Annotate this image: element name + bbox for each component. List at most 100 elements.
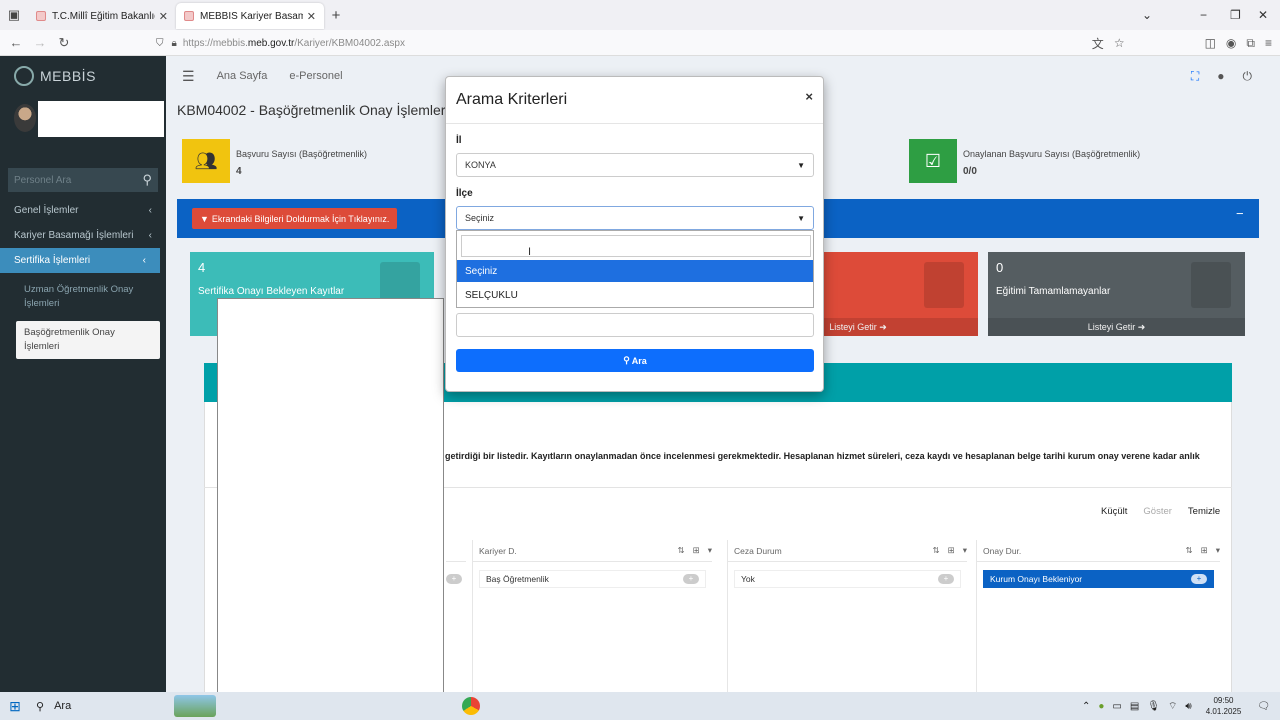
hamburger-icon[interactable]: ☰ — [182, 68, 195, 85]
pocket-icon[interactable]: ◫ — [1205, 36, 1216, 50]
search-button[interactable]: ⚲ Ara — [456, 349, 814, 372]
small-box-footer-link[interactable]: Listeyi Getir ➜ — [988, 318, 1245, 336]
account-icon[interactable]: ◉ — [1226, 36, 1236, 50]
back-icon[interactable]: ← — [4, 35, 28, 50]
sidebar-item-label: Sertifika İşlemleri — [14, 255, 91, 266]
sidebar-search[interactable]: Personel Ara ⚲ — [8, 168, 158, 192]
sidebar-item-genel[interactable]: Genel İşlemler ‹ — [0, 198, 166, 223]
sort-icon[interactable]: ⇅ — [677, 545, 684, 556]
forward-icon[interactable]: → — [28, 35, 52, 50]
tab-overflow-icon[interactable]: ⌄ — [1142, 0, 1152, 30]
column-header[interactable]: Kariyer D. — [479, 546, 669, 556]
sort-icon[interactable]: ⇅ — [932, 545, 939, 556]
browser-tab-mebbis[interactable]: MEBBIS Kariyer Basamakları M ✕ — [176, 3, 324, 29]
search-icon: ⚲ — [623, 355, 630, 365]
user-panel — [0, 96, 166, 154]
grid-cell[interactable]: Baş Öğretmenlik + — [479, 570, 706, 588]
count-badge: + — [446, 574, 462, 584]
menu-icon[interactable]: ≡ — [1265, 36, 1272, 50]
nav-epersonel-link[interactable]: e-Personel — [289, 70, 342, 82]
user-info-redacted — [38, 101, 164, 137]
drive-icon[interactable]: ▤ — [1130, 701, 1139, 712]
widget-thumbnail[interactable] — [174, 695, 216, 717]
column-header[interactable]: Ceza Durum — [734, 546, 924, 556]
dropdown-option[interactable]: Seçiniz — [457, 260, 813, 282]
caret-down-icon: ▼ — [797, 160, 805, 170]
box-bg-icon — [1191, 262, 1231, 308]
url-prefix: https://mebbis. — [182, 37, 248, 49]
ilce-label: İlçe — [456, 188, 473, 199]
extensions-icon[interactable]: ⧉ — [1246, 36, 1255, 51]
translate-icon[interactable]: 文 — [1092, 35, 1104, 52]
show-button[interactable]: Göster — [1143, 506, 1172, 520]
ilce-select[interactable]: Seçiniz ▼ — [456, 206, 814, 230]
dropdown-icon[interactable]: ▾ — [963, 545, 967, 556]
sidebar-subitem-uzman[interactable]: Uzman Öğretmenlik Onay İşlemleri — [0, 279, 166, 315]
close-tab-icon[interactable]: ✕ — [307, 10, 316, 23]
clear-button[interactable]: Temizle — [1188, 506, 1220, 520]
app-tray-icon[interactable]: ● — [1098, 701, 1104, 712]
sidebar-item-sertifika[interactable]: Sertifika İşlemleri ‹ — [0, 248, 160, 273]
battery-icon[interactable]: ▭ — [1112, 701, 1121, 712]
sort-icon[interactable]: ⇅ — [1185, 545, 1192, 556]
collapse-icon[interactable]: − — [1236, 206, 1244, 221]
modal-title: Arama Kriterleri — [456, 91, 568, 108]
users-icon: 👥︎ — [182, 139, 230, 183]
close-icon[interactable]: × — [805, 89, 813, 104]
restore-icon[interactable]: ❐ — [1230, 0, 1241, 30]
sidebar-search-placeholder: Personel Ara — [14, 174, 72, 186]
dropdown-icon[interactable]: ▾ — [708, 545, 712, 556]
url-bar[interactable]: ⛉ 🔒︎ https://mebbis. meb.gov.tr/Kariyer/K… — [156, 33, 1106, 53]
shrink-button[interactable]: Küçült — [1101, 506, 1127, 520]
user-icon[interactable]: ● — [1217, 69, 1224, 83]
grid-cell[interactable]: Kurum Onayı Bekleniyor + — [983, 570, 1214, 588]
windows-start-icon[interactable]: ⊞ — [0, 698, 30, 715]
chrome-app-icon[interactable] — [462, 697, 480, 715]
new-tab-icon[interactable]: + — [324, 7, 348, 24]
browser-tab-bar: ▣ T.C.Millî Eğitim Bakanlığı ✕ MEBBIS Ka… — [0, 0, 1280, 30]
info-paragraph: getirdiği bir listedir. Kayıtların onayl… — [445, 451, 1200, 461]
dropdown-option[interactable]: SELÇUKLU — [457, 284, 813, 306]
clock[interactable]: 09:50 4.01.2025 — [1206, 695, 1242, 717]
tab-list-icon[interactable]: ▣ — [0, 7, 28, 23]
extra-field[interactable] — [456, 313, 814, 337]
dropdown-icon[interactable]: ▾ — [1216, 545, 1220, 556]
power-icon[interactable]: ⏻ — [1243, 69, 1253, 84]
taskbar-search[interactable]: ⚲ Ara — [30, 700, 170, 713]
caret-down-icon: ▼ — [797, 213, 805, 223]
sidebar-subitem-basogretmenlik[interactable]: Başöğretmenlik Onay İşlemleri — [16, 321, 160, 359]
mic-icon[interactable]: 🎙︎ — [1147, 701, 1160, 712]
mebbis-logo[interactable]: MEBBİS — [0, 56, 166, 96]
page-title: KBM04002 - Başöğretmenlik Onay İşlemleri — [177, 102, 449, 118]
chevron-up-icon[interactable]: ⌃ — [1082, 701, 1090, 712]
reload-icon[interactable]: ↻ — [52, 35, 76, 51]
tab-title: T.C.Millî Eğitim Bakanlığı — [52, 10, 155, 22]
close-tab-icon[interactable]: ✕ — [159, 10, 168, 23]
volume-icon[interactable]: 🔊︎ — [1185, 701, 1191, 712]
browser-tab-meb[interactable]: T.C.Millî Eğitim Bakanlığı ✕ — [28, 3, 176, 29]
wifi-icon[interactable]: ⌔ — [1168, 700, 1177, 713]
grid-icon[interactable]: ⛶ — [1191, 69, 1199, 84]
notification-icon[interactable]: 🗨︎ — [1257, 701, 1270, 712]
count-badge: + — [683, 574, 699, 584]
filter-icon[interactable]: ⊞ — [948, 545, 955, 556]
dropdown-search-input[interactable]: I — [461, 235, 811, 258]
filter-icon[interactable]: ⊞ — [1201, 545, 1208, 556]
close-window-icon[interactable]: ✕ — [1258, 0, 1268, 30]
sidebar-item-kariyer[interactable]: Kariyer Basamağı İşlemleri ‹ — [0, 223, 166, 248]
il-select[interactable]: KONYA ▼ — [456, 153, 814, 177]
filter-icon[interactable]: ⊞ — [693, 545, 700, 556]
checklist-icon: ☑ — [909, 139, 957, 183]
bookmark-star-icon[interactable]: ☆ — [1114, 36, 1125, 50]
fill-info-button[interactable]: ▼ Ekrandaki Bilgileri Doldurmak İçin Tık… — [192, 208, 398, 229]
nav-home-link[interactable]: Ana Sayfa — [217, 70, 268, 82]
small-box-incomplete[interactable]: 0 Eğitimi Tamamlamayanlar Listeyi Getir … — [988, 252, 1245, 336]
info-box-label: Başvuru Sayısı (Başöğretmenlik) — [236, 149, 368, 159]
small-box-number: 4 — [198, 260, 206, 275]
column-header[interactable]: Onay Dur. — [983, 546, 1177, 556]
ilce-dropdown: I Seçiniz SELÇUKLU — [456, 230, 814, 308]
search-icon[interactable]: ⚲ — [142, 172, 152, 188]
minimize-icon[interactable]: − — [1200, 0, 1207, 30]
app-sidebar: MEBBİS Personel Ara ⚲ Genel İşlemler ‹ K… — [0, 56, 166, 692]
grid-cell[interactable]: Yok + — [734, 570, 961, 588]
